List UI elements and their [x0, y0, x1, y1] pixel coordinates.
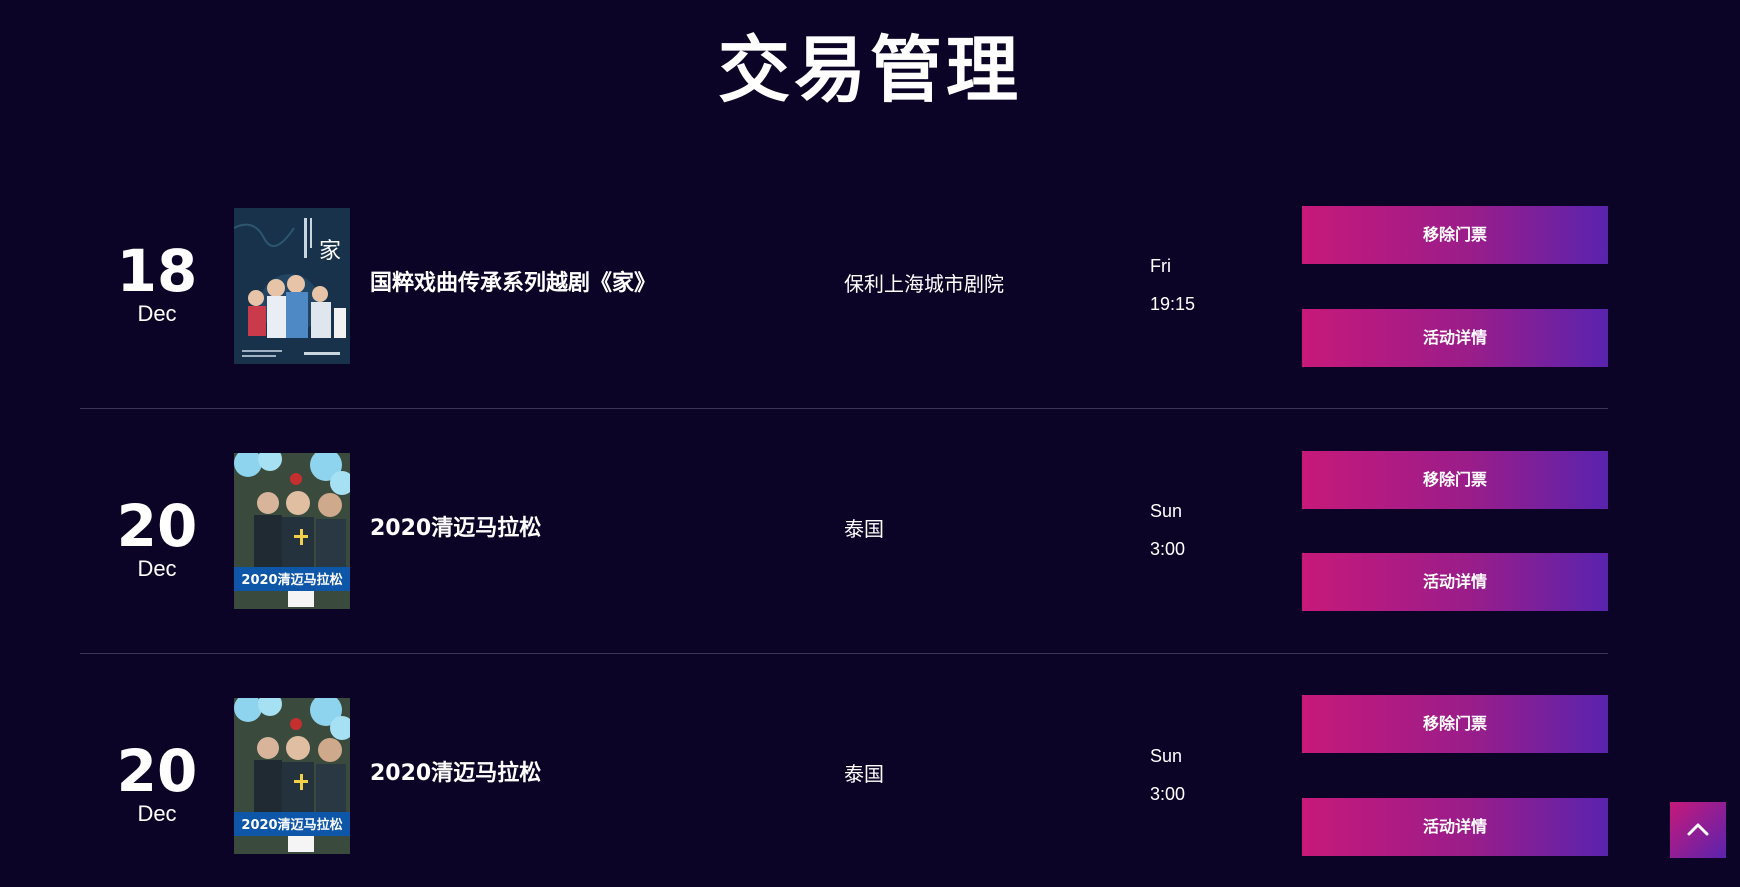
chevron-up-icon — [1687, 823, 1709, 836]
event-time: Sun 3:00 — [1150, 492, 1185, 568]
event-details-button[interactable]: 活动详情 — [1302, 309, 1608, 367]
remove-ticket-button[interactable]: 移除门票 — [1302, 695, 1608, 753]
remove-ticket-button[interactable]: 移除门票 — [1302, 206, 1608, 264]
event-weekday: Fri — [1150, 256, 1171, 276]
event-day: 18 — [116, 237, 198, 305]
remove-ticket-button[interactable]: 移除门票 — [1302, 451, 1608, 509]
event-date: 20 Dec — [97, 496, 217, 582]
event-date: 18 Dec — [97, 241, 217, 327]
event-venue: 泰国 — [844, 762, 884, 786]
svg-text:家: 家 — [319, 239, 341, 264]
event-row: 18 Dec 家 国粹戏曲传承系列越剧《家》 保利上海城市剧院 Fri 19:1… — [0, 163, 1740, 408]
event-day: 20 — [116, 492, 198, 560]
event-day: 20 — [116, 737, 198, 805]
event-weekday: Sun — [1150, 501, 1183, 521]
event-name[interactable]: 国粹戏曲传承系列越剧《家》 — [370, 269, 656, 299]
event-details-button[interactable]: 活动详情 — [1302, 798, 1608, 856]
opera-poster-image: 家 — [234, 208, 350, 364]
event-month: Dec — [137, 556, 177, 581]
marathon-poster-image: 2020清迈马拉松 — [234, 453, 350, 609]
event-start-time: 3:00 — [1150, 784, 1186, 804]
poster-caption: 2020清迈马拉松 — [241, 817, 342, 833]
event-row: 20 Dec 2020清迈马拉松 2020清迈马拉松 泰国 Sun 3:00 移… — [0, 653, 1740, 887]
event-date: 20 Dec — [97, 741, 217, 827]
event-poster-image[interactable]: 家 — [234, 208, 350, 364]
event-poster-image[interactable]: 2020清迈马拉松 — [234, 453, 350, 609]
event-month: Dec — [137, 801, 177, 826]
event-details-button[interactable]: 活动详情 — [1302, 553, 1608, 611]
event-time: Sun 3:00 — [1150, 737, 1185, 813]
event-name[interactable]: 2020清迈马拉松 — [370, 514, 541, 544]
transaction-management-page: 交易管理 18 Dec 家 国粹戏曲传承系列越剧《家》 保利上海城市剧院 Fri… — [0, 0, 1740, 887]
event-venue: 泰国 — [844, 517, 884, 541]
event-month: Dec — [137, 301, 177, 326]
poster-caption: 2020清迈马拉松 — [241, 572, 342, 588]
event-name[interactable]: 2020清迈马拉松 — [370, 759, 541, 789]
event-poster-image[interactable]: 2020清迈马拉松 — [234, 698, 350, 854]
event-time: Fri 19:15 — [1150, 247, 1195, 323]
page-title: 交易管理 — [717, 28, 1022, 112]
marathon-poster-image: 2020清迈马拉松 — [234, 698, 350, 854]
event-venue: 保利上海城市剧院 — [844, 272, 1004, 296]
event-start-time: 3:00 — [1150, 539, 1186, 559]
event-start-time: 19:15 — [1150, 294, 1196, 314]
event-row: 20 Dec 2020清迈马拉松 2020清迈马拉松 泰国 Sun 3:00 移… — [0, 408, 1740, 653]
event-weekday: Sun — [1150, 746, 1183, 766]
back-to-top-button[interactable] — [1670, 802, 1726, 858]
